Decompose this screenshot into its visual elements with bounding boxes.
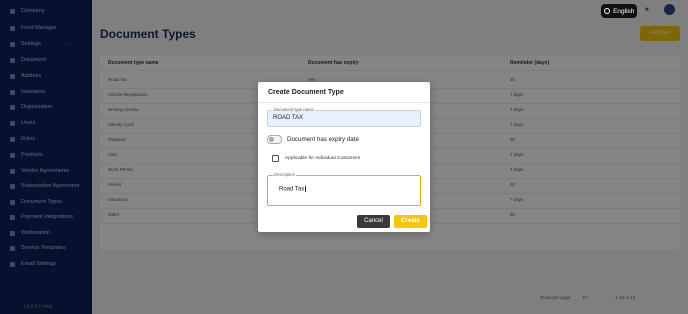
globe-icon <box>603 7 611 15</box>
description-field[interactable]: Description Road Tax <box>267 172 421 206</box>
dialog-divider <box>258 102 430 103</box>
description-value-wrap: Road Tax <box>279 186 306 193</box>
toggle-knob <box>269 136 274 142</box>
document-type-name-value: ROAD TAX <box>273 115 304 121</box>
cancel-button[interactable]: Cancel <box>357 215 390 228</box>
text-caret <box>304 186 306 192</box>
description-value: Road Tax <box>279 186 305 193</box>
individual-customers-row: Applicable for Individual Customers <box>272 155 360 162</box>
language-label: English <box>613 7 635 15</box>
expiry-toggle-label: Document has expiry date <box>287 135 359 143</box>
create-document-type-dialog: Create Document Type Document type name … <box>258 82 430 232</box>
language-button[interactable]: English <box>601 4 637 18</box>
description-label: Description <box>273 172 296 177</box>
document-type-name-label: Document type name <box>273 107 315 112</box>
dialog-title: Create Document Type <box>268 89 344 96</box>
expiry-toggle-row: Document has expiry date <box>267 134 359 144</box>
document-type-name-field[interactable]: Document type name ROAD TAX <box>267 107 421 127</box>
individual-customers-label: Applicable for Individual Customers <box>285 156 361 161</box>
create-button[interactable]: Create <box>394 215 427 228</box>
expiry-date-toggle[interactable] <box>267 134 282 144</box>
individual-customers-checkbox[interactable] <box>272 155 279 162</box>
